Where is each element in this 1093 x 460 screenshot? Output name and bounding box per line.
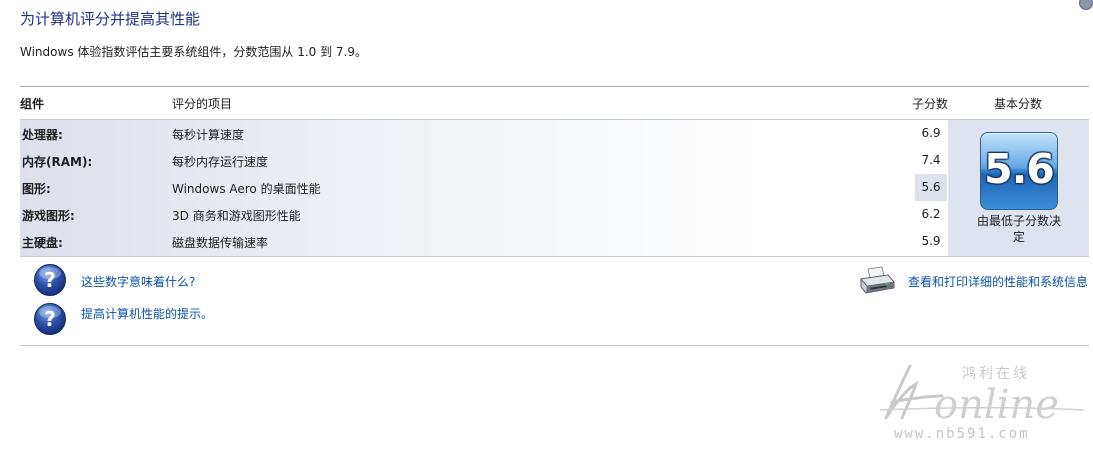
row-rated-item: Windows Aero 的桌面性能 (172, 182, 321, 196)
row-subscore: 6.9 (921, 126, 941, 140)
row-rated-item: 每秒内存运行速度 (172, 155, 269, 169)
base-score-caption: 由最低子分数决定 (976, 214, 1061, 244)
row-rated-item: 磁盘数据传输速率 (172, 236, 269, 250)
row-rated-item: 3D 商务和游戏图形性能 (172, 209, 301, 223)
svg-text:?: ? (44, 307, 56, 331)
row-component-label: 图形: (22, 182, 51, 196)
row-component-label: 处理器: (22, 128, 63, 142)
row-component-label: 游戏图形: (22, 209, 75, 223)
row-rated-item: 每秒计算速度 (172, 128, 245, 142)
scrollbar-thumb[interactable] (1079, 0, 1093, 10)
table-row-processor: 处理器: 每秒计算速度 6.9 (20, 120, 948, 147)
link-what-numbers-mean[interactable]: 这些数字意味着什么? (81, 273, 195, 290)
watermark-brand: online (934, 382, 1059, 428)
wei-page: 为计算机评分并提高其性能 Windows 体验指数评估主要系统组件，分数范围从 … (0, 0, 1093, 460)
score-table: 组件 评分的项目 子分数 基本分数 处理器: 每秒计算速度 6.9 内存(RAM… (20, 86, 1089, 257)
help-question-icon: ? (33, 302, 67, 336)
row-subscore: 7.4 (921, 153, 941, 167)
table-row-primary-disk: 主硬盘: 磁盘数据传输速率 5.9 (20, 228, 948, 255)
row-subscore: 6.2 (921, 207, 941, 221)
section-divider (20, 345, 1089, 346)
base-score-value: 5.6 (984, 145, 1055, 193)
table-bottom-rule (20, 256, 1089, 257)
svg-text:鸿利在线: 鸿利在线 (962, 365, 1030, 382)
row-component-label: 内存(RAM): (22, 155, 93, 169)
printer-icon (858, 266, 896, 296)
row-subscore-lowest: 5.6 (915, 174, 947, 201)
link-view-print-details[interactable]: 查看和打印详细的性能和系统信息 (908, 273, 1088, 290)
column-header-base-score: 基本分数 (994, 97, 1043, 111)
page-subtitle: Windows 体验指数评估主要系统组件，分数范围从 1.0 到 7.9。 (20, 45, 367, 59)
page-title: 为计算机评分并提高其性能 (20, 10, 201, 28)
svg-text:?: ? (44, 268, 56, 292)
watermark-logo: online 鸿利在线 www.nb591.com (872, 352, 1092, 452)
link-improve-tips[interactable]: 提高计算机性能的提示。 (81, 305, 213, 322)
column-header-rated-item: 评分的项目 (172, 97, 233, 111)
column-header-component: 组件 (20, 97, 45, 111)
svg-text:www.nb591.com: www.nb591.com (894, 426, 1030, 442)
table-top-rule (20, 86, 1089, 87)
help-question-icon: ? (33, 263, 67, 297)
table-row-gaming-graphics: 游戏图形: 3D 商务和游戏图形性能 6.2 (20, 201, 948, 228)
row-subscore: 5.9 (921, 234, 941, 248)
table-row-graphics: 图形: Windows Aero 的桌面性能 5.6 (20, 174, 948, 201)
column-header-subscore: 子分数 (912, 97, 949, 111)
base-score-badge: 5.6 (980, 132, 1058, 210)
table-row-memory: 内存(RAM): 每秒内存运行速度 7.4 (20, 147, 948, 174)
row-component-label: 主硬盘: (22, 236, 63, 250)
